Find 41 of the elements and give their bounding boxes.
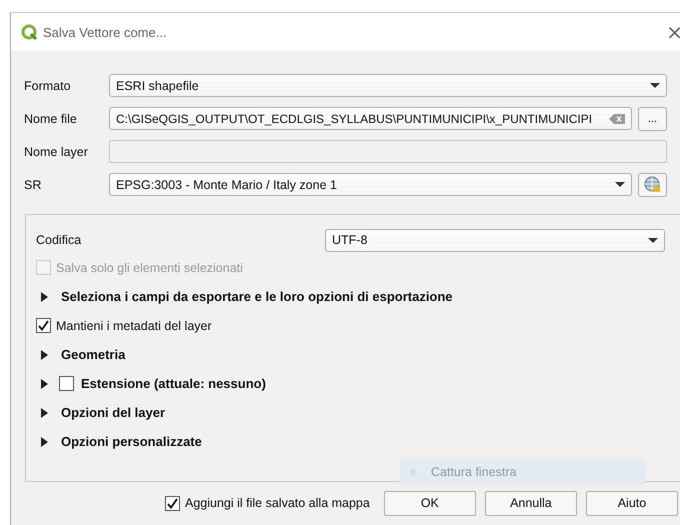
browse-button[interactable]: ... [638,106,667,130]
field-label: Codifica [36,233,82,247]
checkmark-icon [166,496,179,510]
section-header[interactable]: Seleziona i campi da esportare e le loro opzioni di esportazione [61,289,453,304]
field-label: Formato [24,78,72,92]
globe-icon [644,176,661,193]
dropdown-arrow-icon[interactable] [648,238,658,242]
dialog-button[interactable]: OK [384,490,476,516]
window-title: Salva Vettore come... [43,24,167,40]
dropdown-arrow-icon[interactable] [650,83,660,88]
dialog-button[interactable]: Annulla [484,490,577,516]
section-header[interactable]: Opzioni personalizzate [61,434,202,449]
dialog-button[interactable]: Aiuto [586,490,678,516]
encoding-dropdown[interactable]: UTF-8 [325,228,665,252]
expand-arrow-icon[interactable] [40,436,50,446]
crs-select-button[interactable] [638,172,667,196]
tooltip-text: Cattura finestra [431,465,516,479]
dropdown-arrow-icon[interactable] [615,182,625,187]
expand-arrow-icon[interactable] [40,350,50,360]
close-button[interactable]: × [666,22,680,42]
field-label: Nome layer [24,144,89,158]
section-header[interactable]: Estensione (attuale: nessuno) [81,376,266,391]
section-header[interactable]: Opzioni del layer [61,405,166,420]
expand-arrow-icon[interactable] [40,408,50,418]
checkbox[interactable] [59,376,74,391]
checkbox-label: Salva solo gli elementi selezionati [56,260,243,274]
clear-icon[interactable] [609,112,625,124]
checkbox[interactable] [36,318,51,333]
checkmark-icon [37,319,50,332]
field-label: SR [24,178,42,192]
expand-arrow-icon[interactable] [40,378,50,388]
expand-arrow-icon[interactable] [40,292,50,302]
checkbox-label[interactable]: Aggiungi il file salvato alla mappa [185,496,370,510]
section-header[interactable]: Geometria [61,347,126,362]
crs-dropdown[interactable]: EPSG:3003 - Monte Mario / Italy zone 1 [109,173,632,196]
format-dropdown[interactable]: ESRI shapefile [109,74,667,97]
logo-icon [21,24,37,40]
checkbox-label[interactable]: Mantieni i metadati del layer [56,318,212,332]
field-label: Nome file [24,112,78,126]
file-path-field[interactable]: C:\GISeQGIS_OUTPUT\OT_ECDLGIS_SYLLABUS\PUNTIMUNICIPI\x_PUNTIMUNICIPI [109,107,632,130]
checkbox[interactable] [165,496,180,510]
